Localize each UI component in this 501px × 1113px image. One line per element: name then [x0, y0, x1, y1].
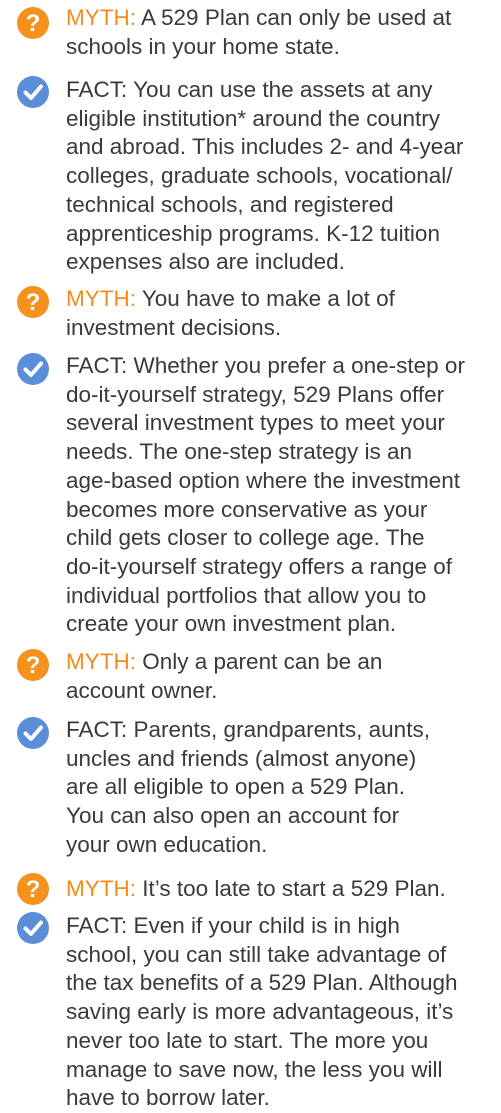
- myth-text: MYTH: Only a parent can be an account ow…: [66, 648, 498, 705]
- fact-label: FACT:: [66, 353, 128, 378]
- text-line: becomes more conservative as your: [66, 496, 428, 522]
- text-line: uncles and friends (almost anyone): [66, 745, 417, 771]
- text-line: apprenticeship programs. K-12 tuition: [66, 220, 440, 246]
- fact-text: FACT: Parents, grandparents, aunts, uncl…: [66, 716, 498, 860]
- question-mark-circle-icon: ?: [16, 6, 50, 40]
- text-line: age-based option where the investment: [66, 467, 461, 493]
- text-line: account owner.: [66, 677, 218, 703]
- text-line: investment decisions.: [66, 314, 282, 340]
- fact-label: FACT:: [66, 77, 128, 102]
- text-line: Only a parent can be an: [136, 649, 383, 674]
- question-mark-circle-icon: ?: [16, 872, 50, 906]
- text-line: and abroad. This includes 2- and 4-year: [66, 134, 464, 160]
- text-line: are all eligible to open a 529 Plan.: [66, 774, 405, 800]
- fact-text: FACT: Whether you prefer a one-step or d…: [66, 352, 498, 639]
- text-line: You can use the assets at any: [127, 77, 433, 102]
- checkmark-circle-icon: [16, 352, 50, 386]
- text-line: You have to make a lot of: [136, 286, 395, 311]
- text-line: several investment types to meet your: [66, 410, 445, 436]
- text-line: have to borrow later.: [66, 1085, 270, 1111]
- fact-text: FACT: You can use the assets at any elig…: [66, 76, 498, 277]
- text-line: the tax benefits of a 529 Plan. Although: [66, 970, 458, 996]
- text-line: individual portfolios that allow you to: [66, 582, 427, 608]
- fact-label: FACT:: [66, 717, 128, 742]
- text-line: eligible institution* around the country: [66, 105, 440, 131]
- text-line: technical schools, and registered: [66, 191, 394, 217]
- myth-text: MYTH: You have to make a lot of investme…: [66, 285, 498, 342]
- text-line: A 529 Plan can only be used at: [136, 5, 452, 30]
- text-line: never too late to start. The more you: [66, 1027, 429, 1053]
- text-line: needs. The one-step strategy is an: [66, 439, 413, 465]
- checkmark-circle-icon: [16, 75, 50, 109]
- text-line: manage to save now, the less you will: [66, 1056, 443, 1082]
- question-mark-circle-icon: ?: [16, 648, 50, 682]
- text-line: colleges, graduate schools, vocational/: [66, 163, 453, 189]
- text-line: your own education.: [66, 831, 268, 857]
- text-line: create your own investment plan.: [66, 611, 397, 637]
- text-line: You can also open an account for: [66, 803, 400, 829]
- text-line: do-it-yourself strategy offers a range o…: [66, 553, 453, 579]
- text-line: do-it-yourself strategy, 529 Plans offer: [66, 381, 445, 407]
- text-line: Whether you prefer a one-step or: [127, 353, 465, 378]
- myth-text: MYTH: A 529 Plan can only be used at sch…: [66, 4, 498, 61]
- myths-facts-list: ? MYTH: A 529 Plan can only be used at s…: [0, 0, 501, 1113]
- checkmark-circle-icon: [16, 716, 50, 750]
- svg-text:?: ?: [26, 289, 41, 316]
- text-line: Parents, grandparents, aunts,: [127, 717, 430, 742]
- text-line: Even if your child is in high: [127, 913, 400, 938]
- svg-text:?: ?: [26, 10, 41, 37]
- svg-text:?: ?: [26, 876, 41, 903]
- text-line: school, you can still take advantage of: [66, 941, 447, 967]
- text-line: It’s too late to start a 529 Plan.: [136, 876, 446, 901]
- text-line: schools in your home state.: [66, 33, 340, 59]
- text-line: child gets closer to college age. The: [66, 525, 425, 551]
- fact-text: FACT: Even if your child is in high scho…: [66, 912, 498, 1113]
- svg-text:?: ?: [26, 652, 41, 679]
- myth-label: MYTH:: [66, 286, 136, 311]
- myth-label: MYTH:: [66, 5, 136, 30]
- checkmark-circle-icon: [16, 911, 50, 945]
- myth-label: MYTH:: [66, 649, 136, 674]
- text-line: expenses also are included.: [66, 249, 345, 275]
- myth-text: MYTH: It’s too late to start a 529 Plan.: [66, 875, 498, 904]
- fact-label: FACT:: [66, 913, 128, 938]
- myth-label: MYTH:: [66, 876, 136, 901]
- question-mark-circle-icon: ?: [16, 285, 50, 319]
- text-line: saving early is more advantageous, it’s: [66, 999, 454, 1025]
